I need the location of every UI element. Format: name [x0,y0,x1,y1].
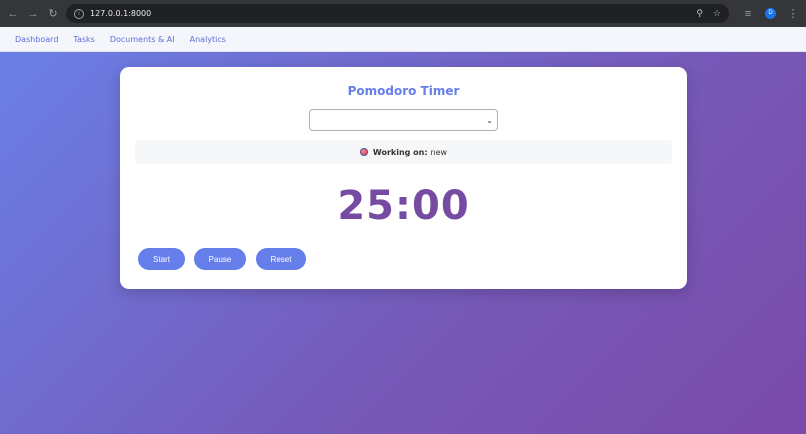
task-select[interactable]: ⌄ [309,109,498,131]
back-arrow-icon[interactable]: ← [6,7,20,21]
star-icon[interactable]: ☆ [713,9,721,19]
tomato-icon [359,148,368,156]
working-on-banner: Working on: new [135,140,672,164]
reload-icon[interactable]: ↻ [46,7,60,21]
pomodoro-card: Pomodoro Timer ⌄ Working on: new 25:00 S… [120,67,687,289]
working-on-label: Working on: [372,147,428,157]
working-on-task: new [430,147,448,157]
page-background: Pomodoro Timer ⌄ Working on: new 25:00 S… [0,52,806,434]
nav-tasks[interactable]: Tasks [73,35,94,44]
profile-avatar[interactable]: D [765,8,776,19]
nav-documents-ai[interactable]: Documents & AI [110,35,175,44]
tab-search-icon[interactable]: ≡ [741,7,755,21]
zoom-icon[interactable]: ⚲ [696,9,703,19]
reset-button[interactable]: Reset [256,248,306,270]
nav-analytics[interactable]: Analytics [190,35,226,44]
menu-dots-icon[interactable]: ⋮ [786,7,800,21]
browser-toolbar: ← → ↻ i 127.0.0.1:8000 ⚲ ☆ ≡ D ⋮ [0,0,806,27]
url-text[interactable]: 127.0.0.1:8000 [90,9,690,18]
app-navigation: Dashboard Tasks Documents & AI Analytics [0,27,806,52]
address-bar[interactable]: i 127.0.0.1:8000 ⚲ ☆ [66,4,729,23]
pause-button[interactable]: Pause [194,248,246,270]
chevron-down-icon: ⌄ [486,116,493,125]
info-icon[interactable]: i [74,8,84,19]
timer-display: 25:00 [337,183,470,229]
page-title: Pomodoro Timer [347,84,460,98]
forward-arrow-icon[interactable]: → [26,7,40,21]
start-button[interactable]: Start [138,248,185,270]
nav-dashboard[interactable]: Dashboard [15,35,58,44]
